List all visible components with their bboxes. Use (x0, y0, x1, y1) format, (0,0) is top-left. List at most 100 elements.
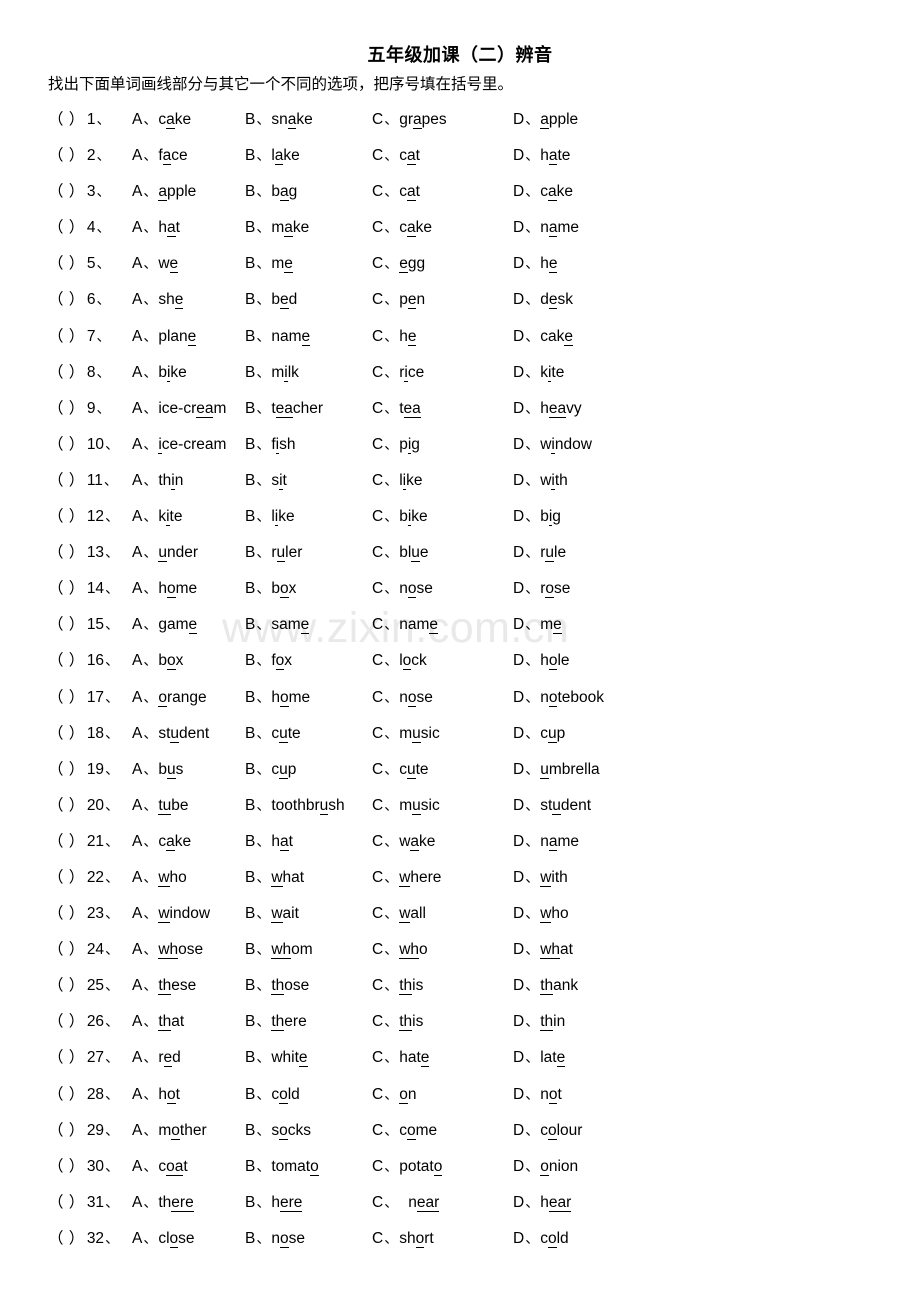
option-b[interactable]: B、wait (245, 904, 299, 924)
option-d[interactable]: D、what (513, 940, 573, 960)
option-a[interactable]: A、game (132, 615, 198, 635)
option-c[interactable]: C、short (372, 1229, 434, 1249)
option-d[interactable]: D、hole (513, 651, 570, 671)
answer-blank[interactable]: （ ） (48, 689, 85, 706)
option-a[interactable]: A、kite (132, 507, 182, 527)
option-b[interactable]: B、name (245, 327, 311, 347)
option-b[interactable]: B、fish (245, 435, 295, 455)
option-d[interactable]: D、student (513, 796, 591, 816)
option-b[interactable]: B、lake (245, 146, 300, 166)
option-c[interactable]: C、 near (372, 1193, 440, 1213)
option-c[interactable]: C、like (372, 471, 422, 491)
answer-blank[interactable]: （ ） (48, 941, 85, 958)
option-c[interactable]: C、nose (372, 688, 433, 708)
option-d[interactable]: D、he (513, 254, 558, 274)
option-d[interactable]: D、cup (513, 724, 565, 744)
answer-blank[interactable]: （ ） (48, 544, 85, 561)
option-b[interactable]: B、nose (245, 1229, 305, 1249)
option-a[interactable]: A、cake (132, 832, 191, 852)
option-a[interactable]: A、who (132, 868, 187, 888)
option-d[interactable]: D、with (513, 471, 568, 491)
option-b[interactable]: B、fox (245, 651, 292, 671)
option-a[interactable]: A、orange (132, 688, 207, 708)
answer-blank[interactable]: （ ） (48, 147, 85, 164)
option-d[interactable]: D、name (513, 832, 579, 852)
answer-blank[interactable]: （ ） (48, 328, 85, 345)
option-c[interactable]: C、pen (372, 290, 425, 310)
answer-blank[interactable]: （ ） (48, 508, 85, 525)
option-b[interactable]: B、what (245, 868, 304, 888)
option-a[interactable]: A、she (132, 290, 184, 310)
option-d[interactable]: D、with (513, 868, 568, 888)
option-a[interactable]: A、window (132, 904, 210, 924)
option-d[interactable]: D、colour (513, 1121, 582, 1141)
answer-blank[interactable]: （ ） (48, 725, 85, 742)
answer-blank[interactable]: （ ） (48, 183, 85, 200)
option-a[interactable]: A、close (132, 1229, 195, 1249)
option-d[interactable]: D、who (513, 904, 569, 924)
option-c[interactable]: C、wake (372, 832, 435, 852)
option-b[interactable]: B、box (245, 579, 296, 599)
option-a[interactable]: A、coat (132, 1157, 188, 1177)
option-d[interactable]: D、window (513, 435, 592, 455)
option-b[interactable]: B、tomato (245, 1157, 319, 1177)
option-c[interactable]: C、come (372, 1121, 437, 1141)
option-a[interactable]: A、apple (132, 182, 196, 202)
option-b[interactable]: B、cold (245, 1085, 300, 1105)
option-b[interactable]: B、make (245, 218, 309, 238)
option-b[interactable]: B、bed (245, 290, 297, 310)
answer-blank[interactable]: （ ） (48, 1158, 85, 1175)
option-b[interactable]: B、cute (245, 724, 301, 744)
option-a[interactable]: A、bike (132, 363, 187, 383)
answer-blank[interactable]: （ ） (48, 977, 85, 994)
answer-blank[interactable]: （ ） (48, 1194, 85, 1211)
option-a[interactable]: A、ice-cream (132, 399, 226, 419)
option-d[interactable]: D、onion (513, 1157, 578, 1177)
option-c[interactable]: C、rice (372, 363, 424, 383)
answer-blank[interactable]: （ ） (48, 580, 85, 597)
answer-blank[interactable]: （ ） (48, 1230, 85, 1247)
option-c[interactable]: C、nose (372, 579, 433, 599)
option-c[interactable]: C、name (372, 615, 438, 635)
option-b[interactable]: B、bag (245, 182, 297, 202)
answer-blank[interactable]: （ ） (48, 255, 85, 272)
option-a[interactable]: A、student (132, 724, 209, 744)
answer-blank[interactable]: （ ） (48, 291, 85, 308)
option-c[interactable]: C、egg (372, 254, 425, 274)
option-c[interactable]: C、cake (372, 218, 432, 238)
option-c[interactable]: C、bike (372, 507, 428, 527)
answer-blank[interactable]: （ ） (48, 761, 85, 778)
option-a[interactable]: A、red (132, 1048, 181, 1068)
option-a[interactable]: A、under (132, 543, 198, 563)
option-c[interactable]: C、cat (372, 146, 420, 166)
answer-blank[interactable]: （ ） (48, 436, 85, 453)
option-c[interactable]: C、potato (372, 1157, 443, 1177)
option-b[interactable]: B、here (245, 1193, 303, 1213)
answer-blank[interactable]: （ ） (48, 1122, 85, 1139)
answer-blank[interactable]: （ ） (48, 905, 85, 922)
option-a[interactable]: A、ice-cream (132, 435, 226, 455)
option-c[interactable]: C、cute (372, 760, 429, 780)
option-a[interactable]: A、these (132, 976, 196, 996)
option-a[interactable]: A、there (132, 1193, 194, 1213)
option-d[interactable]: D、apple (513, 110, 578, 130)
option-a[interactable]: A、box (132, 651, 183, 671)
option-d[interactable]: D、cake (513, 327, 573, 347)
option-a[interactable]: A、hot (132, 1085, 180, 1105)
option-c[interactable]: C、grapes (372, 110, 447, 130)
option-d[interactable]: D、kite (513, 363, 564, 383)
option-d[interactable]: D、hear (513, 1193, 572, 1213)
option-c[interactable]: C、wall (372, 904, 426, 924)
option-d[interactable]: D、thin (513, 1012, 565, 1032)
option-b[interactable]: B、teacher (245, 399, 323, 419)
option-b[interactable]: B、hat (245, 832, 293, 852)
answer-blank[interactable]: （ ） (48, 364, 85, 381)
option-b[interactable]: B、cup (245, 760, 296, 780)
option-c[interactable]: C、who (372, 940, 428, 960)
option-c[interactable]: C、pig (372, 435, 420, 455)
option-c[interactable]: C、this (372, 1012, 423, 1032)
option-a[interactable]: A、mother (132, 1121, 207, 1141)
option-a[interactable]: A、thin (132, 471, 183, 491)
option-c[interactable]: C、tea (372, 399, 421, 419)
option-c[interactable]: C、he (372, 327, 417, 347)
